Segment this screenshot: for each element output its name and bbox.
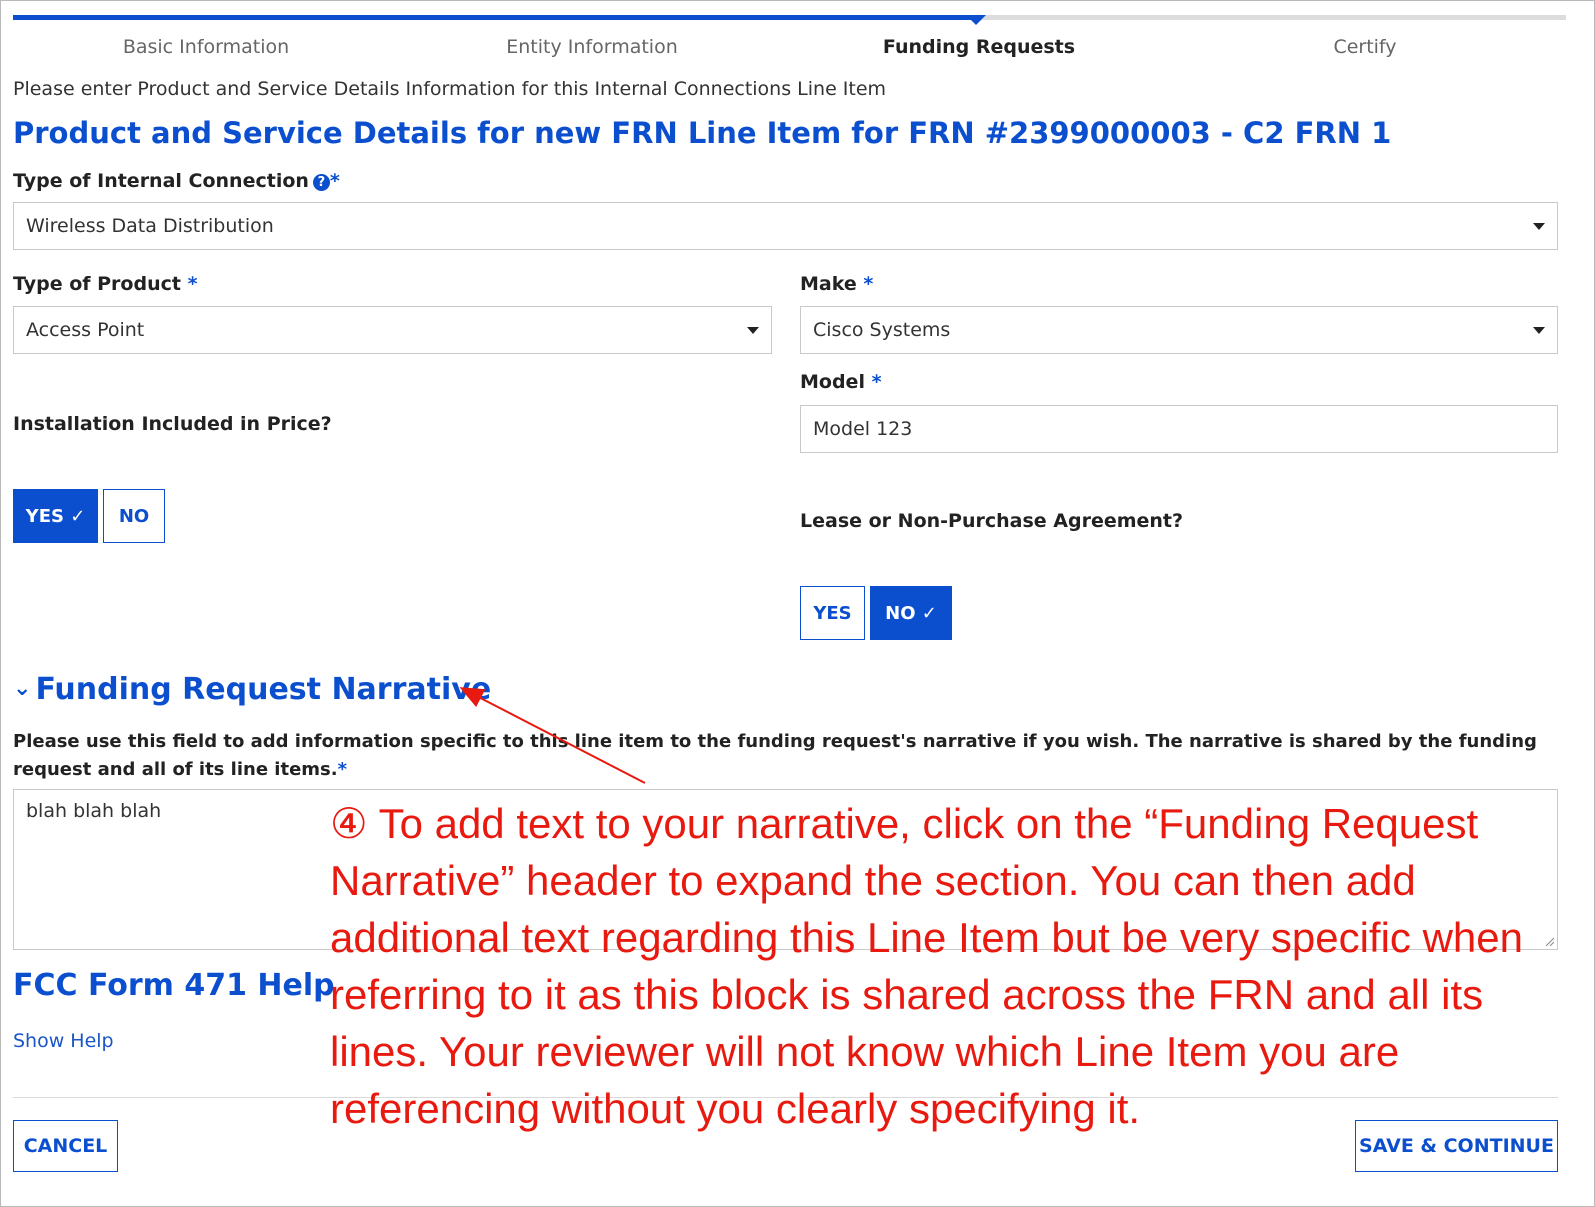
annotation-callout: ④ To add text to your narrative, click o… bbox=[330, 800, 1524, 1132]
